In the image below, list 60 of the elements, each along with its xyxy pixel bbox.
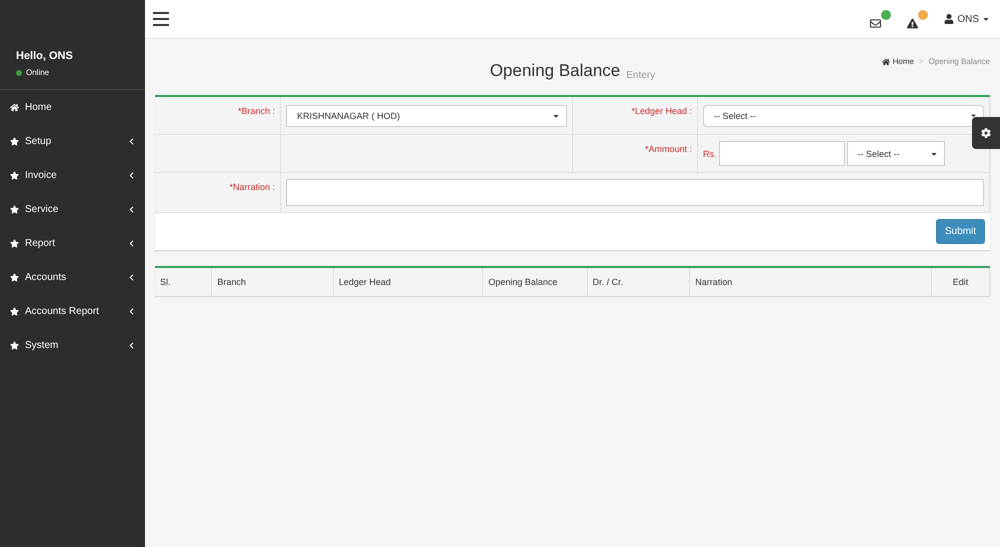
chevron-icon bbox=[128, 240, 135, 246]
currency-prefix: Rs. bbox=[703, 148, 716, 158]
branch-select[interactable]: KRISHNANAGAR ( HOD) bbox=[286, 104, 567, 126]
field-label: *Ammount : bbox=[644, 144, 692, 154]
column-header: Dr. / Cr. bbox=[587, 268, 690, 296]
settings-icon bbox=[981, 128, 991, 138]
chevron-icon bbox=[128, 206, 135, 212]
column-header: Ledger Head bbox=[333, 268, 483, 296]
column-header: Sl. bbox=[155, 268, 212, 296]
home-icon bbox=[10, 102, 19, 112]
sidebar-item[interactable]: Setup bbox=[0, 124, 145, 158]
sidebar-item[interactable]: Accounts Report bbox=[0, 294, 145, 328]
sidebar-item[interactable]: Accounts bbox=[0, 260, 145, 294]
warning-icon bbox=[907, 18, 918, 28]
star-icon bbox=[10, 204, 19, 214]
chevron-icon bbox=[128, 342, 135, 348]
envelope-icon bbox=[870, 18, 882, 28]
field-label: *Branch : bbox=[238, 106, 275, 116]
star-icon bbox=[10, 272, 19, 282]
star-icon bbox=[10, 306, 19, 316]
field-label: *Narration : bbox=[229, 182, 275, 192]
sidebar-item[interactable]: System bbox=[0, 328, 145, 362]
greeting: Hello, ONS bbox=[16, 50, 74, 62]
status-text: Online bbox=[26, 68, 50, 77]
notification-button[interactable] bbox=[907, 10, 928, 28]
chevron-icon bbox=[128, 308, 135, 314]
column-header: Opening Balance bbox=[482, 268, 588, 296]
column-header: Narration bbox=[690, 268, 932, 296]
ledger-head-select[interactable]: -- Select -- bbox=[703, 104, 984, 126]
home-icon bbox=[882, 58, 890, 66]
user-menu[interactable]: ONS bbox=[944, 14, 990, 24]
page-title: Opening Balance bbox=[490, 61, 620, 81]
chevron-icon bbox=[128, 138, 135, 144]
chevron-icon bbox=[128, 274, 135, 280]
sidebar-item[interactable]: Home bbox=[0, 90, 145, 124]
chevron-icon bbox=[128, 172, 135, 178]
caret-icon bbox=[970, 112, 977, 119]
notification-button[interactable] bbox=[870, 10, 892, 28]
type-select[interactable]: -- Select -- bbox=[846, 141, 944, 166]
submit-button[interactable]: Submit bbox=[936, 219, 985, 244]
star-icon bbox=[10, 170, 19, 180]
sidebar-item[interactable]: Invoice bbox=[0, 158, 145, 192]
page-subtitle: Entery bbox=[626, 70, 656, 81]
field-label: *Ledger Head : bbox=[631, 106, 692, 116]
user-icon bbox=[944, 14, 954, 24]
amount-input[interactable] bbox=[718, 141, 844, 166]
breadcrumb-separator: > bbox=[918, 57, 924, 66]
caret-icon bbox=[982, 15, 990, 23]
column-header: Branch bbox=[212, 268, 334, 296]
sidebar-item[interactable]: Service bbox=[0, 192, 145, 226]
star-icon bbox=[10, 238, 19, 248]
status-dot bbox=[16, 70, 22, 76]
settings-button[interactable] bbox=[972, 117, 1000, 149]
star-icon bbox=[10, 136, 19, 146]
menu-button[interactable] bbox=[153, 12, 169, 26]
star-icon bbox=[10, 340, 19, 350]
breadcrumb-link[interactable]: Home bbox=[882, 57, 914, 66]
sidebar-item[interactable]: Report bbox=[0, 226, 145, 260]
narration-input[interactable] bbox=[286, 179, 984, 206]
column-header: Edit bbox=[932, 268, 990, 296]
